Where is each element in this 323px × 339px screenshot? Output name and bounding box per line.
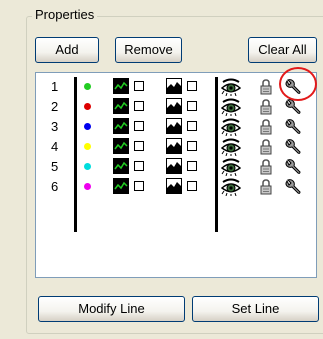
line-number: 3: [51, 119, 59, 134]
line-number: 2: [51, 99, 59, 114]
set-line-button[interactable]: Set Line: [192, 296, 319, 322]
lock-icon[interactable]: [260, 139, 272, 155]
line-color-swatch[interactable]: [84, 183, 91, 190]
line-chart-icon[interactable]: [113, 118, 129, 134]
eye-icon[interactable]: [220, 98, 242, 117]
eye-icon[interactable]: [220, 138, 242, 157]
line-color-swatch[interactable]: [84, 123, 91, 130]
line-number: 6: [51, 179, 59, 194]
wrench-icon[interactable]: [284, 158, 302, 176]
highlight-circle: [279, 67, 317, 101]
area-chart-icon[interactable]: [166, 178, 182, 194]
lines-list[interactable]: 1 2 3 4 5 6: [35, 67, 317, 278]
area-style-checkbox[interactable]: [187, 101, 197, 111]
properties-title: Properties: [32, 8, 98, 22]
line-chart-icon[interactable]: [113, 158, 129, 174]
area-style-checkbox[interactable]: [187, 161, 197, 171]
line-style-checkbox[interactable]: [134, 121, 144, 131]
line-style-checkbox[interactable]: [134, 81, 144, 91]
area-chart-icon[interactable]: [166, 98, 182, 114]
remove-button[interactable]: Remove: [115, 37, 182, 63]
line-style-checkbox[interactable]: [134, 141, 144, 151]
lock-icon[interactable]: [260, 119, 272, 135]
line-row[interactable]: 4: [36, 137, 316, 157]
line-color-swatch[interactable]: [84, 103, 91, 110]
eye-icon[interactable]: [220, 158, 242, 177]
lock-icon[interactable]: [260, 99, 272, 115]
eye-icon[interactable]: [220, 78, 242, 97]
line-number: 5: [51, 159, 59, 174]
line-chart-icon[interactable]: [113, 138, 129, 154]
line-row[interactable]: 3: [36, 117, 316, 137]
line-row[interactable]: 5: [36, 157, 316, 177]
line-number: 4: [51, 139, 59, 154]
line-chart-icon[interactable]: [113, 178, 129, 194]
area-chart-icon[interactable]: [166, 138, 182, 154]
area-chart-icon[interactable]: [166, 158, 182, 174]
line-style-checkbox[interactable]: [134, 181, 144, 191]
lock-icon[interactable]: [260, 159, 272, 175]
area-chart-icon[interactable]: [166, 118, 182, 134]
line-row[interactable]: 2: [36, 97, 316, 117]
line-color-swatch[interactable]: [84, 83, 91, 90]
clear-all-button[interactable]: Clear All: [248, 37, 317, 63]
line-row[interactable]: 6: [36, 177, 316, 197]
lock-icon[interactable]: [260, 79, 272, 95]
area-style-checkbox[interactable]: [187, 121, 197, 131]
area-style-checkbox[interactable]: [187, 81, 197, 91]
wrench-icon[interactable]: [284, 178, 302, 196]
wrench-icon[interactable]: [284, 118, 302, 136]
modify-line-button[interactable]: Modify Line: [38, 296, 185, 322]
add-button[interactable]: Add: [35, 37, 99, 63]
area-style-checkbox[interactable]: [187, 141, 197, 151]
wrench-icon[interactable]: [284, 138, 302, 156]
line-color-swatch[interactable]: [84, 163, 91, 170]
line-chart-icon[interactable]: [113, 98, 129, 114]
line-style-checkbox[interactable]: [134, 101, 144, 111]
line-color-swatch[interactable]: [84, 143, 91, 150]
area-style-checkbox[interactable]: [187, 181, 197, 191]
line-chart-icon[interactable]: [113, 78, 129, 94]
area-chart-icon[interactable]: [166, 78, 182, 94]
lock-icon[interactable]: [260, 179, 272, 195]
line-row[interactable]: 1: [36, 77, 316, 97]
line-style-checkbox[interactable]: [134, 161, 144, 171]
eye-icon[interactable]: [220, 178, 242, 197]
line-number: 1: [51, 79, 59, 94]
eye-icon[interactable]: [220, 118, 242, 137]
